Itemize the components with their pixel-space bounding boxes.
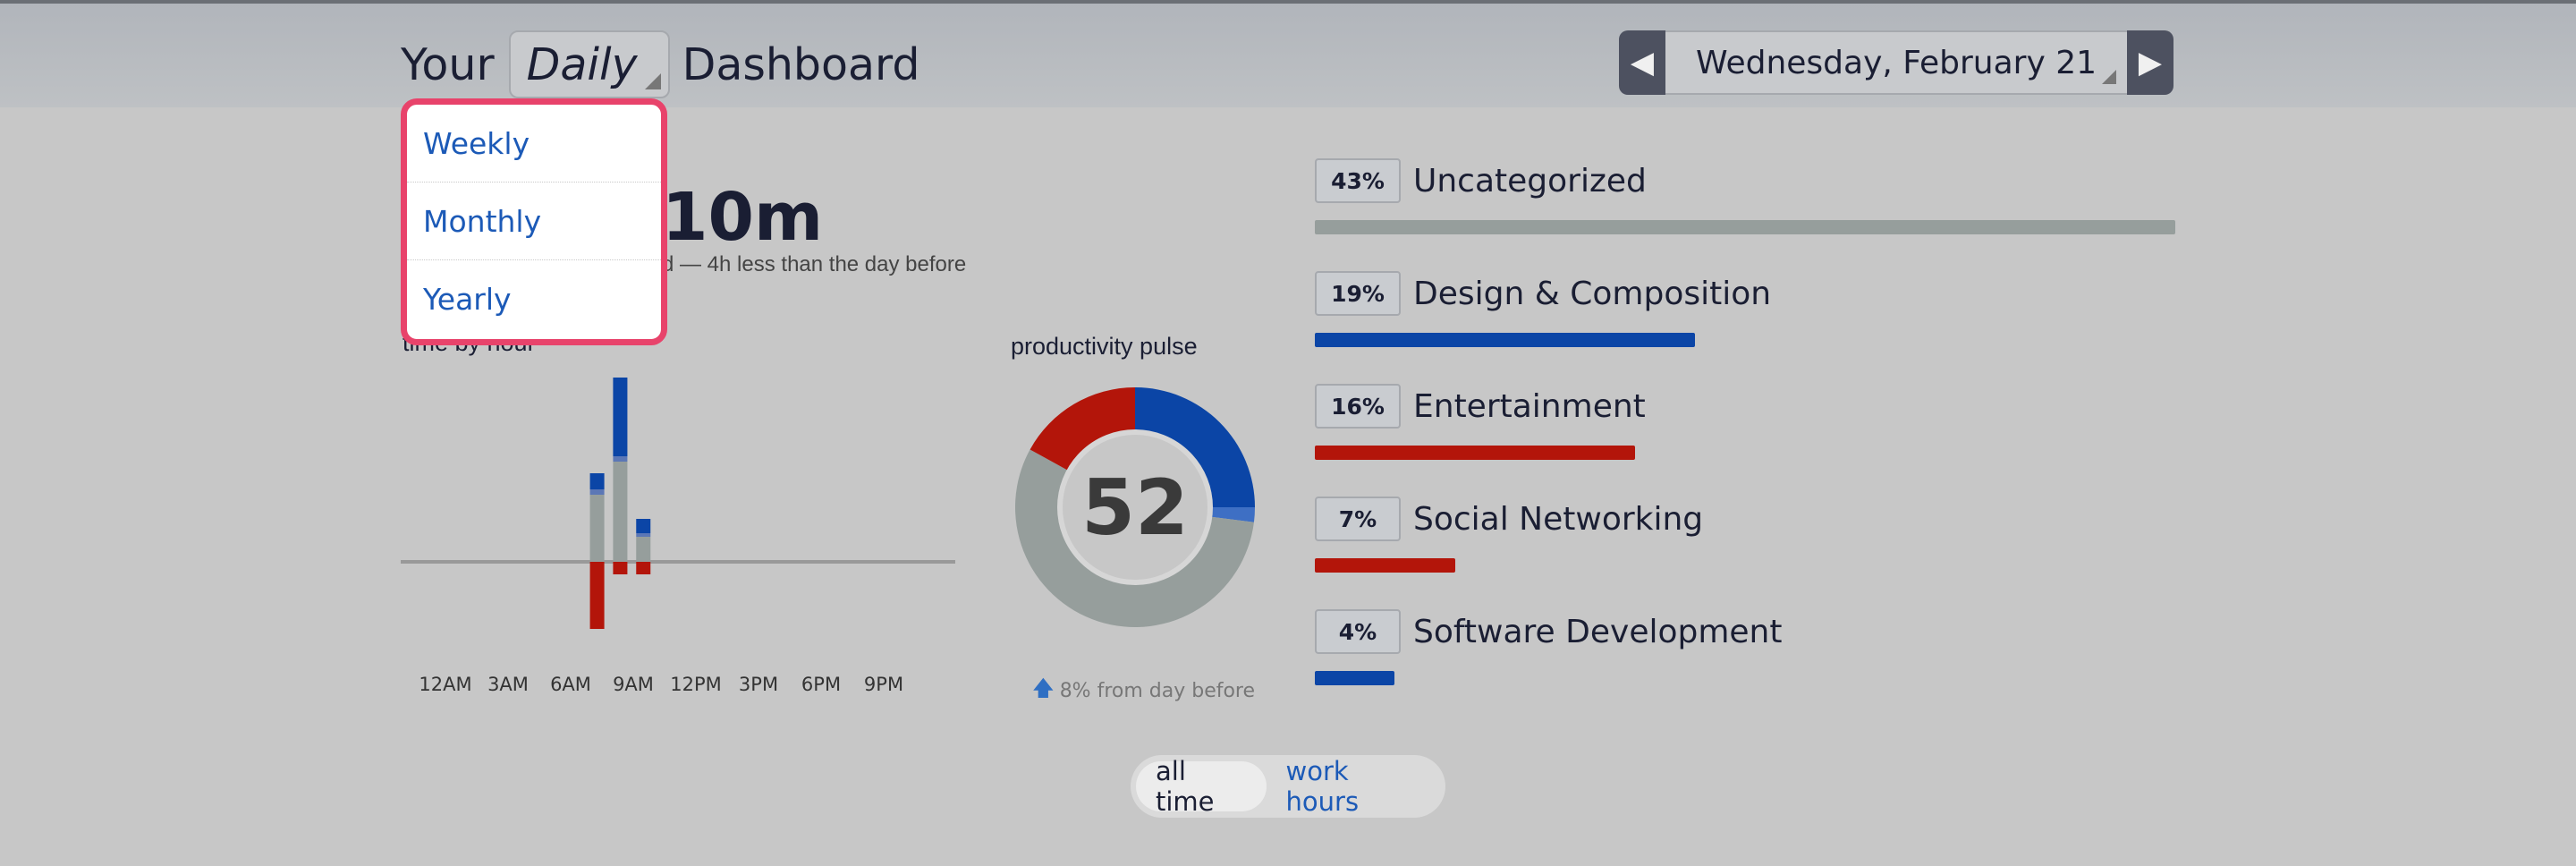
hour-bar-segment[interactable] bbox=[636, 537, 651, 562]
hour-bar-segment[interactable] bbox=[589, 495, 605, 562]
hour-bar-segment[interactable] bbox=[613, 456, 628, 462]
dropdown-corner-icon bbox=[644, 73, 661, 89]
productivity-pulse-chart: 52 bbox=[1015, 387, 1255, 627]
category-bar bbox=[1315, 671, 1395, 685]
hour-tick-label: 3AM bbox=[487, 674, 529, 695]
date-picker[interactable]: Wednesday, February 21 bbox=[1665, 30, 2127, 95]
category-bar bbox=[1315, 558, 1455, 573]
category-row[interactable]: 19% Design & Composition bbox=[1315, 270, 2175, 347]
next-day-button[interactable]: ▶ bbox=[2127, 30, 2174, 95]
hour-bar-segment[interactable] bbox=[589, 473, 605, 489]
hour-tick-label: 12PM bbox=[670, 674, 722, 695]
hour-tick-label: 6PM bbox=[801, 674, 841, 695]
toggle-work-hours[interactable]: work hours bbox=[1267, 756, 1440, 817]
range-select-value: Daily bbox=[526, 38, 638, 90]
category-header: 16% Entertainment bbox=[1315, 383, 2175, 429]
dropdown-corner-icon bbox=[2102, 70, 2116, 84]
category-row[interactable]: 4% Software Development bbox=[1315, 608, 2175, 685]
hour-bar-segment[interactable] bbox=[636, 519, 651, 533]
hour-bar-segment[interactable] bbox=[589, 489, 605, 495]
category-header: 43% Uncategorized bbox=[1315, 157, 2175, 204]
hour-bar-segment[interactable] bbox=[636, 533, 651, 537]
pulse-change-text: 8% from day before bbox=[1059, 680, 1256, 702]
hour-tick-label: 3PM bbox=[739, 674, 778, 695]
time-comparison: d — 4h less than the day before bbox=[662, 252, 967, 276]
category-header: 7% Social Networking bbox=[1315, 496, 2175, 542]
previous-day-button[interactable]: ◀ bbox=[1619, 30, 1665, 95]
category-percent: 4% bbox=[1315, 609, 1401, 654]
current-date: Wednesday, February 21 bbox=[1695, 44, 2097, 81]
hour-bar-negative[interactable] bbox=[636, 562, 651, 574]
hour-tick-label: 9PM bbox=[864, 674, 903, 695]
category-row[interactable]: 43% Uncategorized bbox=[1315, 157, 2175, 234]
pulse-score: 52 bbox=[1081, 463, 1189, 553]
time-by-hour-chart: 12AM 3AM 6AM 9AM 12PM 3PM 6PM 9PM bbox=[401, 378, 955, 695]
hour-tick-label: 6AM bbox=[550, 674, 591, 695]
chevron-left-icon: ◀ bbox=[1630, 45, 1655, 81]
hour-tick-label: 12AM bbox=[419, 674, 471, 695]
hour-bar-negative[interactable] bbox=[613, 562, 628, 574]
category-percent: 7% bbox=[1315, 497, 1401, 541]
category-bar bbox=[1315, 220, 2175, 234]
dropdown-option-monthly[interactable]: Monthly bbox=[407, 183, 661, 260]
dropdown-option-weekly[interactable]: Weekly bbox=[407, 105, 661, 183]
date-navigator: ◀ Wednesday, February 21 ▶ bbox=[1619, 30, 2174, 95]
category-percent: 16% bbox=[1315, 384, 1401, 429]
hour-bar-segment[interactable] bbox=[613, 378, 628, 456]
category-bar bbox=[1315, 333, 1696, 347]
category-row[interactable]: 7% Social Networking bbox=[1315, 496, 2175, 573]
total-time: 10m bbox=[662, 179, 824, 256]
hour-tick-label: 9AM bbox=[613, 674, 654, 695]
category-name: Design & Composition bbox=[1413, 275, 1772, 312]
page-title: Your Daily Dashboard bbox=[401, 30, 919, 98]
hour-bar-segment[interactable] bbox=[613, 462, 628, 562]
header-bar bbox=[0, 0, 2576, 107]
category-percent: 19% bbox=[1315, 271, 1401, 316]
category-header: 19% Design & Composition bbox=[1315, 270, 2175, 317]
dropdown-option-yearly[interactable]: Yearly bbox=[407, 260, 661, 338]
title-suffix: Dashboard bbox=[682, 38, 920, 90]
category-bar bbox=[1315, 446, 1635, 460]
range-dropdown-menu: Weekly Monthly Yearly bbox=[401, 98, 667, 345]
title-prefix: Your bbox=[401, 38, 495, 90]
category-name: Uncategorized bbox=[1413, 162, 1647, 200]
category-row[interactable]: 16% Entertainment bbox=[1315, 383, 2175, 460]
chevron-right-icon: ▶ bbox=[2138, 45, 2163, 81]
hour-bar-negative[interactable] bbox=[589, 562, 605, 629]
category-name: Software Development bbox=[1413, 613, 1783, 650]
productivity-pulse-label: productivity pulse bbox=[1011, 333, 1198, 360]
time-filter-toggle: all time work hours bbox=[1131, 755, 1445, 818]
arrow-up-icon: 🡅 bbox=[1032, 675, 1055, 700]
category-percent: 43% bbox=[1315, 158, 1401, 203]
category-name: Entertainment bbox=[1413, 387, 1646, 425]
range-select[interactable]: Daily bbox=[508, 30, 670, 98]
pulse-change: 🡅 8% from day before bbox=[1032, 673, 1255, 709]
category-header: 4% Software Development bbox=[1315, 608, 2175, 655]
category-name: Social Networking bbox=[1413, 500, 1704, 538]
toggle-all-time[interactable]: all time bbox=[1136, 756, 1267, 817]
